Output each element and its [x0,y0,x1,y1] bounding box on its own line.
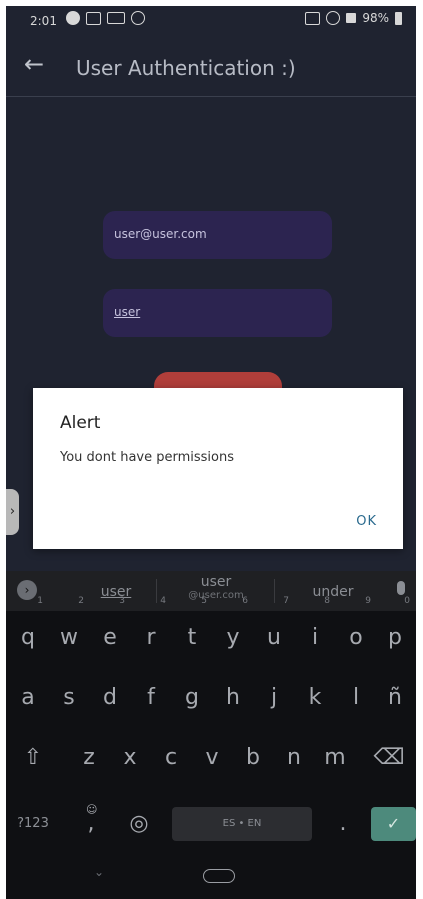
app-bar: ← User Authentication :) [6,36,416,97]
period-key[interactable]: . [324,797,362,853]
globe-icon[interactable]: ◎ [120,797,158,853]
suggestion-last[interactable]: under [298,584,368,600]
home-pill[interactable] [203,869,235,883]
page-title: User Authentication :) [76,56,296,80]
keyboard-notification-icon [107,12,125,24]
key-u[interactable]: u7 [255,597,293,667]
key-g[interactable]: g [173,671,211,727]
gallery-notification-icon [86,11,101,25]
key-n[interactable]: n [275,731,313,787]
phone-screen: 2:01 98% ← User Authentication :) user@u… [6,6,416,899]
suggestion-middle-sub: @user.com [188,590,244,601]
alert-dialog: Alert You dont have permissions OK [33,388,403,549]
key-q[interactable]: q1 [9,597,47,667]
key-l[interactable]: l [337,671,375,727]
key-d[interactable]: d [91,671,129,727]
chevron-down-icon[interactable]: ⌄ [94,865,104,879]
key-i[interactable]: i8 [296,597,334,667]
suggestion-middle[interactable]: user @user.com [166,575,266,603]
battery-icon [395,11,402,25]
key-w[interactable]: w2 [50,597,88,667]
navigation-bar: ⌄ [6,857,416,899]
key-r[interactable]: r4 [132,597,170,667]
backspace-icon[interactable]: ⌫ [370,731,408,787]
status-bar: 2:01 98% [6,6,416,36]
ok-button[interactable]: OK [356,514,377,529]
key-a[interactable]: a [9,671,47,727]
key-t[interactable]: t5 [173,597,211,667]
check-icon[interactable]: ✓ [371,807,416,841]
shift-icon[interactable]: ⇧ [14,731,52,787]
comma-key[interactable]: ☺ , [72,797,110,853]
key-c[interactable]: c [152,731,190,787]
key-s[interactable]: s [50,671,88,727]
password-value: user [114,305,141,319]
divider [274,579,275,603]
key-row-2: a s d f g h j k l ñ [6,671,416,727]
chevron-right-icon[interactable]: › [17,580,37,600]
password-field[interactable]: user [103,289,332,337]
battery-percent: 98% [362,11,389,25]
key-h[interactable]: h [214,671,252,727]
soft-keyboard: › user user @user.com under q1 w2 e3 r4 … [6,571,416,899]
suggestion-middle-main: user [200,574,232,590]
key-o[interactable]: o9 [337,597,375,667]
signal-icon [346,13,357,23]
chevron-right-icon[interactable]: › [6,489,19,535]
dialog-title: Alert [60,413,101,433]
emoji-icon: ☺ [86,803,98,816]
key-enye[interactable]: ñ [376,671,414,727]
key-row-3: ⇧ z x c v b n m ⌫ [6,731,416,787]
app-notification-icon [66,11,80,25]
key-v[interactable]: v [193,731,231,787]
wifi-icon [326,11,341,25]
space-bar[interactable]: ES • EN [172,807,312,841]
suggestion-first[interactable]: user [76,584,156,600]
key-p[interactable]: p0 [376,597,414,667]
key-f[interactable]: f [132,671,170,727]
dialog-message: You dont have permissions [60,450,235,465]
divider [156,579,157,603]
vibrate-icon [305,11,321,25]
email-field[interactable]: user@user.com [103,211,332,259]
status-time: 2:01 [30,14,57,28]
key-y[interactable]: y6 [214,597,252,667]
key-z[interactable]: z [70,731,108,787]
key-k[interactable]: k [296,671,334,727]
notification-icons [66,11,145,25]
key-row-1: q1 w2 e3 r4 t5 y6 u7 i8 o9 p0 [6,597,416,667]
key-j[interactable]: j [255,671,293,727]
microphone-icon[interactable] [397,581,405,595]
key-x[interactable]: x [111,731,149,787]
system-icons: 98% [305,11,402,25]
key-m[interactable]: m [316,731,354,787]
key-b[interactable]: b [234,731,272,787]
suggestion-strip: › user user @user.com under [6,571,416,611]
email-value: user@user.com [114,227,207,241]
sync-notification-icon [131,11,145,25]
key-e[interactable]: e3 [91,597,129,667]
symbols-key[interactable]: ?123 [14,797,52,853]
arrow-left-icon[interactable]: ← [24,50,44,78]
